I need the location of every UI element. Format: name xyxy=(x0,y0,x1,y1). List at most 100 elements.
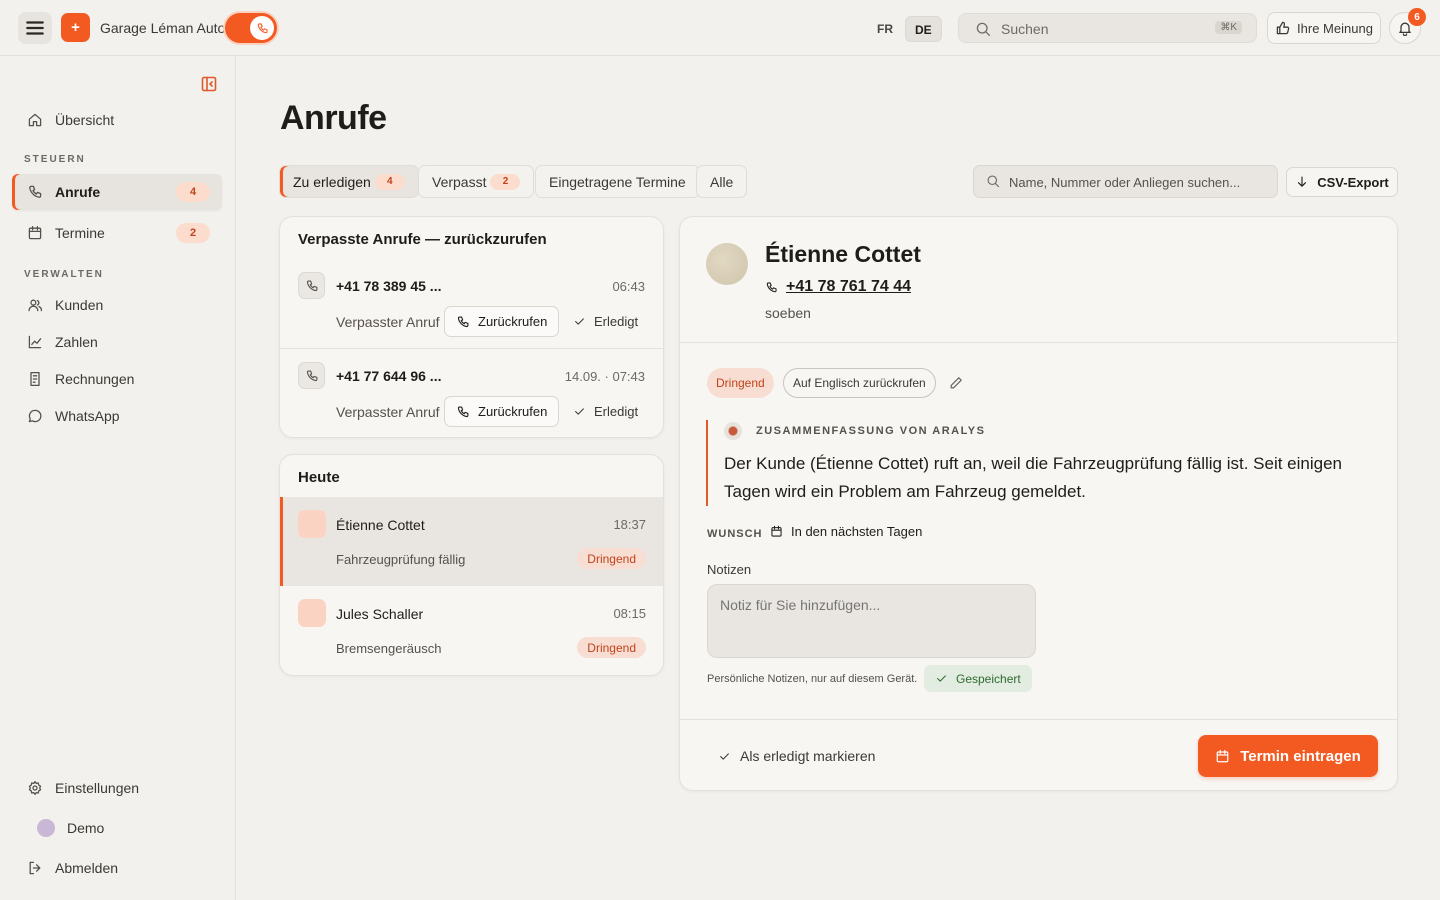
call-time: 06:43 xyxy=(612,279,645,294)
done-label: Erledigt xyxy=(594,314,639,329)
lang-fr-button[interactable]: FR xyxy=(868,16,902,42)
tab-verpasst[interactable]: Verpasst 2 xyxy=(418,165,535,198)
caller-phone-link[interactable]: +41 78 761 74 44 xyxy=(765,278,911,296)
tab-count: 4 xyxy=(374,173,405,190)
count-badge: 4 xyxy=(176,182,210,202)
menu-button[interactable] xyxy=(18,12,52,44)
search-shortcut: ⌘K xyxy=(1215,21,1242,34)
notes-field[interactable] xyxy=(707,584,1036,658)
wish-label: WUNSCH xyxy=(707,528,763,540)
lang-de-button[interactable]: DE xyxy=(905,16,942,42)
sidebar-item-demo[interactable]: Demo xyxy=(12,810,222,846)
avatar xyxy=(706,243,748,285)
caller-name: Étienne Cottet xyxy=(336,517,425,533)
caller-number: +41 77 644 96 ... xyxy=(336,368,442,384)
notifications-button[interactable]: 6 xyxy=(1389,8,1426,44)
search-icon xyxy=(976,22,991,37)
search-placeholder: Suchen xyxy=(1001,21,1049,37)
global-search[interactable]: Suchen ⌘K xyxy=(958,13,1257,43)
csv-export-label: CSV-Export xyxy=(1317,174,1389,190)
availability-toggle[interactable] xyxy=(225,13,277,43)
sidebar-item-kunden[interactable]: Kunden xyxy=(12,287,222,323)
saved-status: Gespeichert xyxy=(924,665,1032,692)
users-icon xyxy=(28,299,43,312)
call-search-input[interactable]: Name, Nummer oder Anliegen suchen... xyxy=(973,165,1278,198)
callback-button[interactable]: Zurückrufen xyxy=(444,306,560,337)
divider xyxy=(680,342,1398,343)
sidebar-item-label: WhatsApp xyxy=(55,408,120,424)
check-icon xyxy=(720,752,729,760)
brand-name: Garage Léman Auto xyxy=(100,20,226,36)
notification-badge: 6 xyxy=(1408,8,1426,26)
check-icon xyxy=(937,675,946,682)
calendar-icon xyxy=(771,525,782,537)
notes-hint: Persönliche Notizen, nur auf diesem Gerä… xyxy=(707,673,918,685)
done-label: Erledigt xyxy=(594,404,639,419)
call-row[interactable]: Jules Schaller 08:15 Bremsengeräusch Dri… xyxy=(280,586,663,675)
check-icon xyxy=(575,318,584,325)
gear-icon xyxy=(28,780,42,796)
phone-icon xyxy=(29,185,42,198)
wish-text: In den nächsten Tagen xyxy=(791,524,923,539)
book-appointment-button[interactable]: Termin eintragen xyxy=(1198,735,1378,777)
page-title: Anrufe xyxy=(280,99,387,137)
csv-export-button[interactable]: CSV-Export xyxy=(1286,167,1398,197)
tab-eingetragene-termine[interactable]: Eingetragene Termine xyxy=(535,165,700,198)
mark-done-button[interactable]: Erledigt xyxy=(573,404,638,419)
mark-done-label: Als erledigt markieren xyxy=(740,748,876,764)
tab-label: Eingetragene Termine xyxy=(549,173,686,190)
divider xyxy=(280,348,664,349)
tab-zu-erledigen[interactable]: Zu erledigen 4 xyxy=(279,165,419,198)
caller-name: Jules Schaller xyxy=(336,606,424,622)
sidebar-item-settings[interactable]: Einstellungen xyxy=(12,770,222,806)
saved-label: Gespeichert xyxy=(956,671,1021,686)
mark-done-button[interactable]: Erledigt xyxy=(573,314,638,329)
feedback-button[interactable]: Ihre Meinung xyxy=(1267,12,1381,44)
download-arrow-icon xyxy=(1298,176,1307,187)
sidebar-item-whatsapp[interactable]: WhatsApp xyxy=(12,398,222,434)
callback-button[interactable]: Zurückrufen xyxy=(444,396,560,427)
sidebar-item-anrufe[interactable]: Anrufe 4 xyxy=(12,174,222,210)
sidebar-item-termine[interactable]: Termine 2 xyxy=(12,215,222,251)
thumbs-up-icon xyxy=(1276,21,1290,35)
mark-done-button[interactable]: Als erledigt markieren xyxy=(718,748,875,764)
callback-label: Zurückrufen xyxy=(478,404,548,419)
tab-count: 2 xyxy=(490,173,521,190)
sidebar-item-label: Einstellungen xyxy=(55,780,140,796)
home-icon xyxy=(28,113,42,127)
section-label-verwalten: VERWALTEN xyxy=(24,269,104,280)
brand-logo: + xyxy=(61,13,90,42)
collapse-sidebar-button[interactable] xyxy=(201,76,217,92)
call-status: Verpasster Anruf xyxy=(336,314,440,330)
aralys-logo-icon xyxy=(724,422,742,440)
cta-label: Termin eintragen xyxy=(1240,747,1361,765)
caller-name: Étienne Cottet xyxy=(765,241,921,267)
calendar-icon xyxy=(1216,749,1229,762)
sidebar-item-label: Demo xyxy=(67,820,105,836)
call-time: 18:37 xyxy=(613,517,646,532)
edit-tags-button[interactable] xyxy=(948,375,964,391)
sidebar-item-rechnungen[interactable]: Rechnungen xyxy=(12,361,222,397)
tab-label: Verpasst xyxy=(432,173,487,190)
phone-icon xyxy=(298,272,325,299)
section-label-steuern: STEUERN xyxy=(24,154,86,165)
language-tag: Auf Englisch zurückrufen xyxy=(783,368,936,398)
sidebar-item-label: Kunden xyxy=(55,297,104,313)
search-icon xyxy=(987,175,1000,188)
sidebar-item-overview[interactable]: Übersicht xyxy=(12,102,222,138)
sidebar-item-label: Abmelden xyxy=(55,860,119,876)
top-bar: + Garage Léman Auto FR DE Suchen ⌘K Ihre… xyxy=(0,0,1440,56)
missed-calls-card: Verpasste Anrufe — zurückzurufen +41 78 … xyxy=(279,216,664,438)
call-time: 14.09. · 07:43 xyxy=(564,369,645,384)
summary-heading: ZUSAMMENFASSUNG VON ARALYS xyxy=(756,425,986,437)
phone-number: +41 78 761 74 44 xyxy=(786,278,912,295)
tab-alle[interactable]: Alle xyxy=(696,165,748,198)
sidebar-item-zahlen[interactable]: Zahlen xyxy=(12,324,222,360)
call-when: soeben xyxy=(765,305,811,321)
avatar xyxy=(298,510,326,538)
call-row-selected[interactable]: Étienne Cottet 18:37 Fahrzeugprüfung fäl… xyxy=(280,497,663,586)
notes-label: Notizen xyxy=(707,562,752,577)
sidebar-item-logout[interactable]: Abmelden xyxy=(12,850,222,886)
call-status: Verpasster Anruf xyxy=(336,404,440,420)
tab-label: Alle xyxy=(710,173,734,190)
